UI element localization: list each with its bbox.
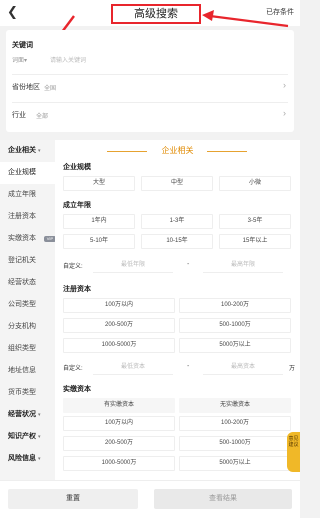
divider <box>207 151 247 152</box>
option-paid-1[interactable]: 有实缴资本 <box>63 398 175 413</box>
sidebar-group-operations[interactable]: 经营状况 ▾ <box>0 404 55 426</box>
years-custom-row: 自定义: 最低年限 - 最高年限 <box>63 258 295 273</box>
sidebar-item-years[interactable]: 成立年限 <box>0 184 55 206</box>
region-label: 省份地区 <box>12 84 40 91</box>
search-card: 关键词 词面▾ 省份地区 全国 › 行业 全部 › <box>6 30 294 132</box>
filter-content: 企业相关 企业规模 大型 中型 小微 成立年限 1年内 1-3年 3-5年 5-… <box>55 140 300 480</box>
back-icon[interactable]: ❮ <box>7 4 18 20</box>
years-min-input[interactable]: 最低年限 <box>93 258 173 273</box>
sidebar-group-risk[interactable]: 风险信息 ▾ <box>0 448 55 470</box>
keyword-input[interactable] <box>50 54 170 68</box>
custom-label: 自定义: <box>63 366 83 372</box>
years-title: 成立年限 <box>63 202 91 209</box>
chevron-right-icon: › <box>283 80 286 90</box>
caret-down-icon: ▾ <box>38 412 41 418</box>
option-scale-small[interactable]: 小微 <box>219 176 291 191</box>
bottom-action-bar: 重置 查看结果 <box>0 480 300 518</box>
range-dash: - <box>187 363 190 370</box>
option-years-4[interactable]: 5-10年 <box>63 234 135 249</box>
option-paid-8[interactable]: 5000万以上 <box>179 456 291 471</box>
reset-button[interactable]: 重置 <box>8 489 138 509</box>
category-sidebar: 企业相关 ▾ 企业规模 成立年限 注册资本 实缴资本 VIP 登记机关 经营状态 … <box>0 140 56 480</box>
sidebar-item-status[interactable]: 经营状态 <box>0 272 55 294</box>
scale-title: 企业规模 <box>63 164 91 171</box>
caret-down-icon: ▾ <box>38 434 41 440</box>
option-years-1[interactable]: 1年内 <box>63 214 135 229</box>
annotation-arrow-title-icon <box>202 10 289 28</box>
option-capital-3[interactable]: 200-500万 <box>63 318 175 333</box>
custom-label: 自定义: <box>63 264 83 270</box>
option-capital-2[interactable]: 100-200万 <box>179 298 291 313</box>
sidebar-item-registration-authority[interactable]: 登记机关 <box>0 250 55 272</box>
registered-capital-title: 注册资本 <box>63 286 91 293</box>
industry-value: 全部 <box>36 114 49 120</box>
keyword-scope-select[interactable]: 词面▾ <box>12 54 27 68</box>
capital-unit: 万 <box>289 366 296 372</box>
option-paid-4[interactable]: 100-200万 <box>179 416 291 431</box>
option-paid-6[interactable]: 500-1000万 <box>179 436 291 451</box>
option-years-6[interactable]: 15年以上 <box>219 234 291 249</box>
caret-down-icon: ▾ <box>38 456 41 462</box>
advanced-search-screen: ❮ 高级搜索 已存条件 关键词 词面▾ 省份地区 全国 › 行业 全部 › <box>0 0 300 518</box>
option-paid-7[interactable]: 1000-5000万 <box>63 456 175 471</box>
sidebar-item-scale[interactable]: 企业规模 <box>0 162 55 184</box>
divider <box>12 102 288 103</box>
option-capital-6[interactable]: 5000万以上 <box>179 338 291 353</box>
divider <box>12 74 288 75</box>
industry-label: 行业 <box>12 112 26 119</box>
feedback-tab[interactable]: 意见建议 <box>287 432 300 472</box>
option-years-3[interactable]: 3-5年 <box>219 214 291 229</box>
option-paid-5[interactable]: 200-500万 <box>63 436 175 451</box>
capital-max-input[interactable]: 最高资本 <box>203 360 283 375</box>
option-years-5[interactable]: 10-15年 <box>141 234 213 249</box>
title-highlight-box: 高级搜索 <box>111 4 201 24</box>
chevron-down-icon: ▾ <box>24 58 28 64</box>
sidebar-item-branches[interactable]: 分支机构 <box>0 316 55 338</box>
capital-custom-row: 自定义: 最低资本 - 最高资本 万 <box>63 360 295 375</box>
range-dash: - <box>187 261 190 268</box>
chevron-right-icon: › <box>283 108 286 118</box>
option-capital-5[interactable]: 1000-5000万 <box>63 338 175 353</box>
option-scale-large[interactable]: 大型 <box>63 176 135 191</box>
option-scale-medium[interactable]: 中型 <box>141 176 213 191</box>
region-value: 全国 <box>44 86 57 92</box>
sidebar-item-currency[interactable]: 货币类型 <box>0 382 55 404</box>
keyword-row: 词面▾ <box>12 54 172 68</box>
sidebar-item-org-type[interactable]: 组织类型 <box>0 338 55 360</box>
section-header: 企业相关 <box>55 142 300 158</box>
industry-row[interactable]: 行业 全部 › <box>12 106 288 126</box>
view-results-button[interactable]: 查看结果 <box>154 489 292 509</box>
sidebar-group-enterprise[interactable]: 企业相关 ▾ <box>0 140 55 162</box>
page-title: 高级搜索 <box>134 8 178 20</box>
option-capital-1[interactable]: 100万以内 <box>63 298 175 313</box>
keyword-label: 关键词 <box>12 42 33 49</box>
sidebar-group-ip[interactable]: 知识产权 ▾ <box>0 426 55 448</box>
caret-down-icon: ▾ <box>38 148 41 154</box>
years-max-input[interactable]: 最高年限 <box>203 258 283 273</box>
option-paid-3[interactable]: 100万以内 <box>63 416 175 431</box>
section-title: 企业相关 <box>161 146 194 155</box>
option-capital-4[interactable]: 500-1000万 <box>179 318 291 333</box>
option-paid-2[interactable]: 无实缴资本 <box>179 398 291 413</box>
capital-min-input[interactable]: 最低资本 <box>93 360 173 375</box>
option-years-2[interactable]: 1-3年 <box>141 214 213 229</box>
paid-capital-title: 实缴资本 <box>63 386 91 393</box>
region-row[interactable]: 省份地区 全国 › <box>12 78 288 98</box>
sidebar-item-company-type[interactable]: 公司类型 <box>0 294 55 316</box>
sidebar-item-registered-capital[interactable]: 注册资本 <box>0 206 55 228</box>
sidebar-item-address[interactable]: 地址信息 <box>0 360 55 382</box>
